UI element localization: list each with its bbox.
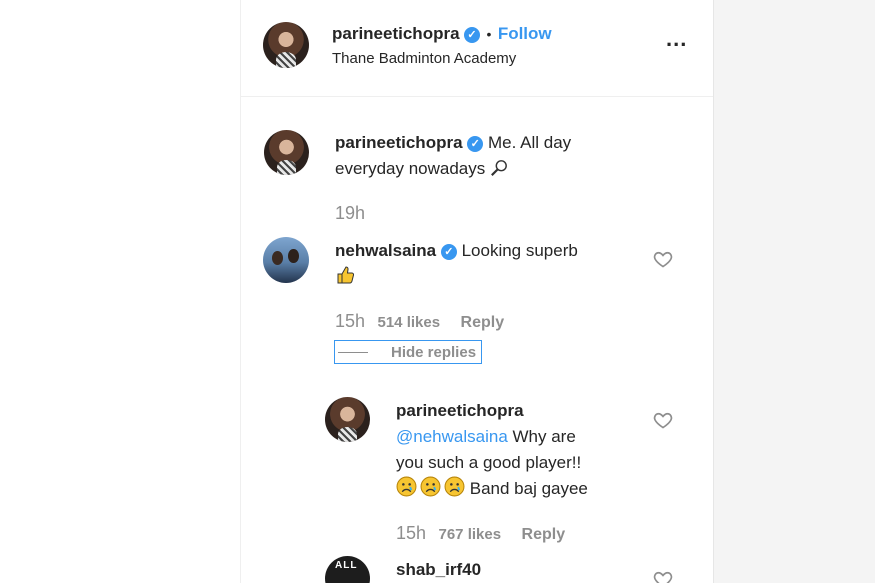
author-avatar[interactable]	[263, 22, 309, 68]
header-divider	[241, 96, 713, 97]
sad-face-emojis	[396, 476, 470, 498]
post-comments-panel: parineetichopra ✓ • Follow Thane Badmint…	[240, 0, 714, 583]
post-header: parineetichopra ✓ • Follow	[332, 24, 552, 44]
caption-username[interactable]: parineetichopra	[335, 133, 463, 152]
reply-username[interactable]: shab_irf40	[396, 560, 481, 580]
hide-replies-line	[338, 352, 368, 353]
comment-meta: 15h 514 likes Reply	[335, 311, 504, 332]
badminton-racket-emoji	[491, 160, 507, 176]
like-reply-heart-icon[interactable]	[653, 410, 673, 430]
caption-body: parineetichopra ✓ Me. All day everyday n…	[335, 130, 635, 182]
reply-text-line3: Band baj gayee	[469, 479, 588, 498]
comment-likes[interactable]: 514 likes	[378, 314, 441, 331]
post-location[interactable]: Thane Badminton Academy	[332, 50, 516, 67]
caption-text-line1: Me. All day	[488, 133, 572, 152]
comment-time[interactable]: 15h	[335, 311, 365, 331]
reply-time[interactable]: 15h	[396, 523, 426, 543]
reply-reply-button[interactable]: Reply	[522, 526, 566, 543]
caption-text-line2: everyday nowadays	[335, 159, 486, 178]
reply-avatar[interactable]: ALL	[325, 556, 370, 583]
page-background-left	[0, 0, 240, 583]
header-separator: •	[486, 26, 492, 42]
sad-face-emoji	[396, 476, 417, 497]
follow-button[interactable]: Follow	[498, 24, 552, 43]
like-comment-heart-icon[interactable]	[653, 249, 673, 269]
verified-badge-icon: ✓	[464, 26, 480, 43]
more-options-button[interactable]: ...	[666, 26, 687, 52]
commenter-avatar[interactable]	[263, 237, 309, 283]
verified-badge-icon: ✓	[440, 243, 457, 260]
caption-time[interactable]: 19h	[335, 203, 365, 224]
hide-replies-button[interactable]: Hide replies	[334, 340, 482, 364]
reply-likes[interactable]: 767 likes	[439, 526, 502, 543]
reply-username[interactable]: parineetichopra	[396, 401, 524, 420]
reply-avatar[interactable]	[325, 397, 370, 442]
comment-text: Looking superb	[461, 241, 578, 260]
reply-text-line1: Why are	[507, 427, 576, 446]
page-background-right	[713, 0, 875, 583]
comment-reply-button[interactable]: Reply	[461, 314, 505, 331]
sad-face-emoji	[444, 476, 465, 497]
author-username[interactable]: parineetichopra	[332, 24, 460, 43]
reply-text-line2: you such a good player!!	[396, 453, 582, 472]
thumbs-up-emoji	[337, 266, 355, 284]
comment-body: nehwalsaina ✓ Looking superb	[335, 238, 635, 290]
comment-username[interactable]: nehwalsaina	[335, 241, 436, 260]
like-reply-heart-icon[interactable]	[653, 569, 673, 583]
sad-face-emoji	[420, 476, 441, 497]
hide-replies-label: Hide replies	[391, 344, 477, 361]
reply-meta: 15h 767 likes Reply	[396, 523, 565, 544]
caption-avatar[interactable]	[264, 130, 309, 175]
reply-body: parineetichopra @nehwalsaina Why are you…	[396, 398, 656, 502]
reply-mention-link[interactable]: @nehwalsaina	[396, 427, 508, 446]
verified-badge-icon: ✓	[467, 135, 484, 152]
